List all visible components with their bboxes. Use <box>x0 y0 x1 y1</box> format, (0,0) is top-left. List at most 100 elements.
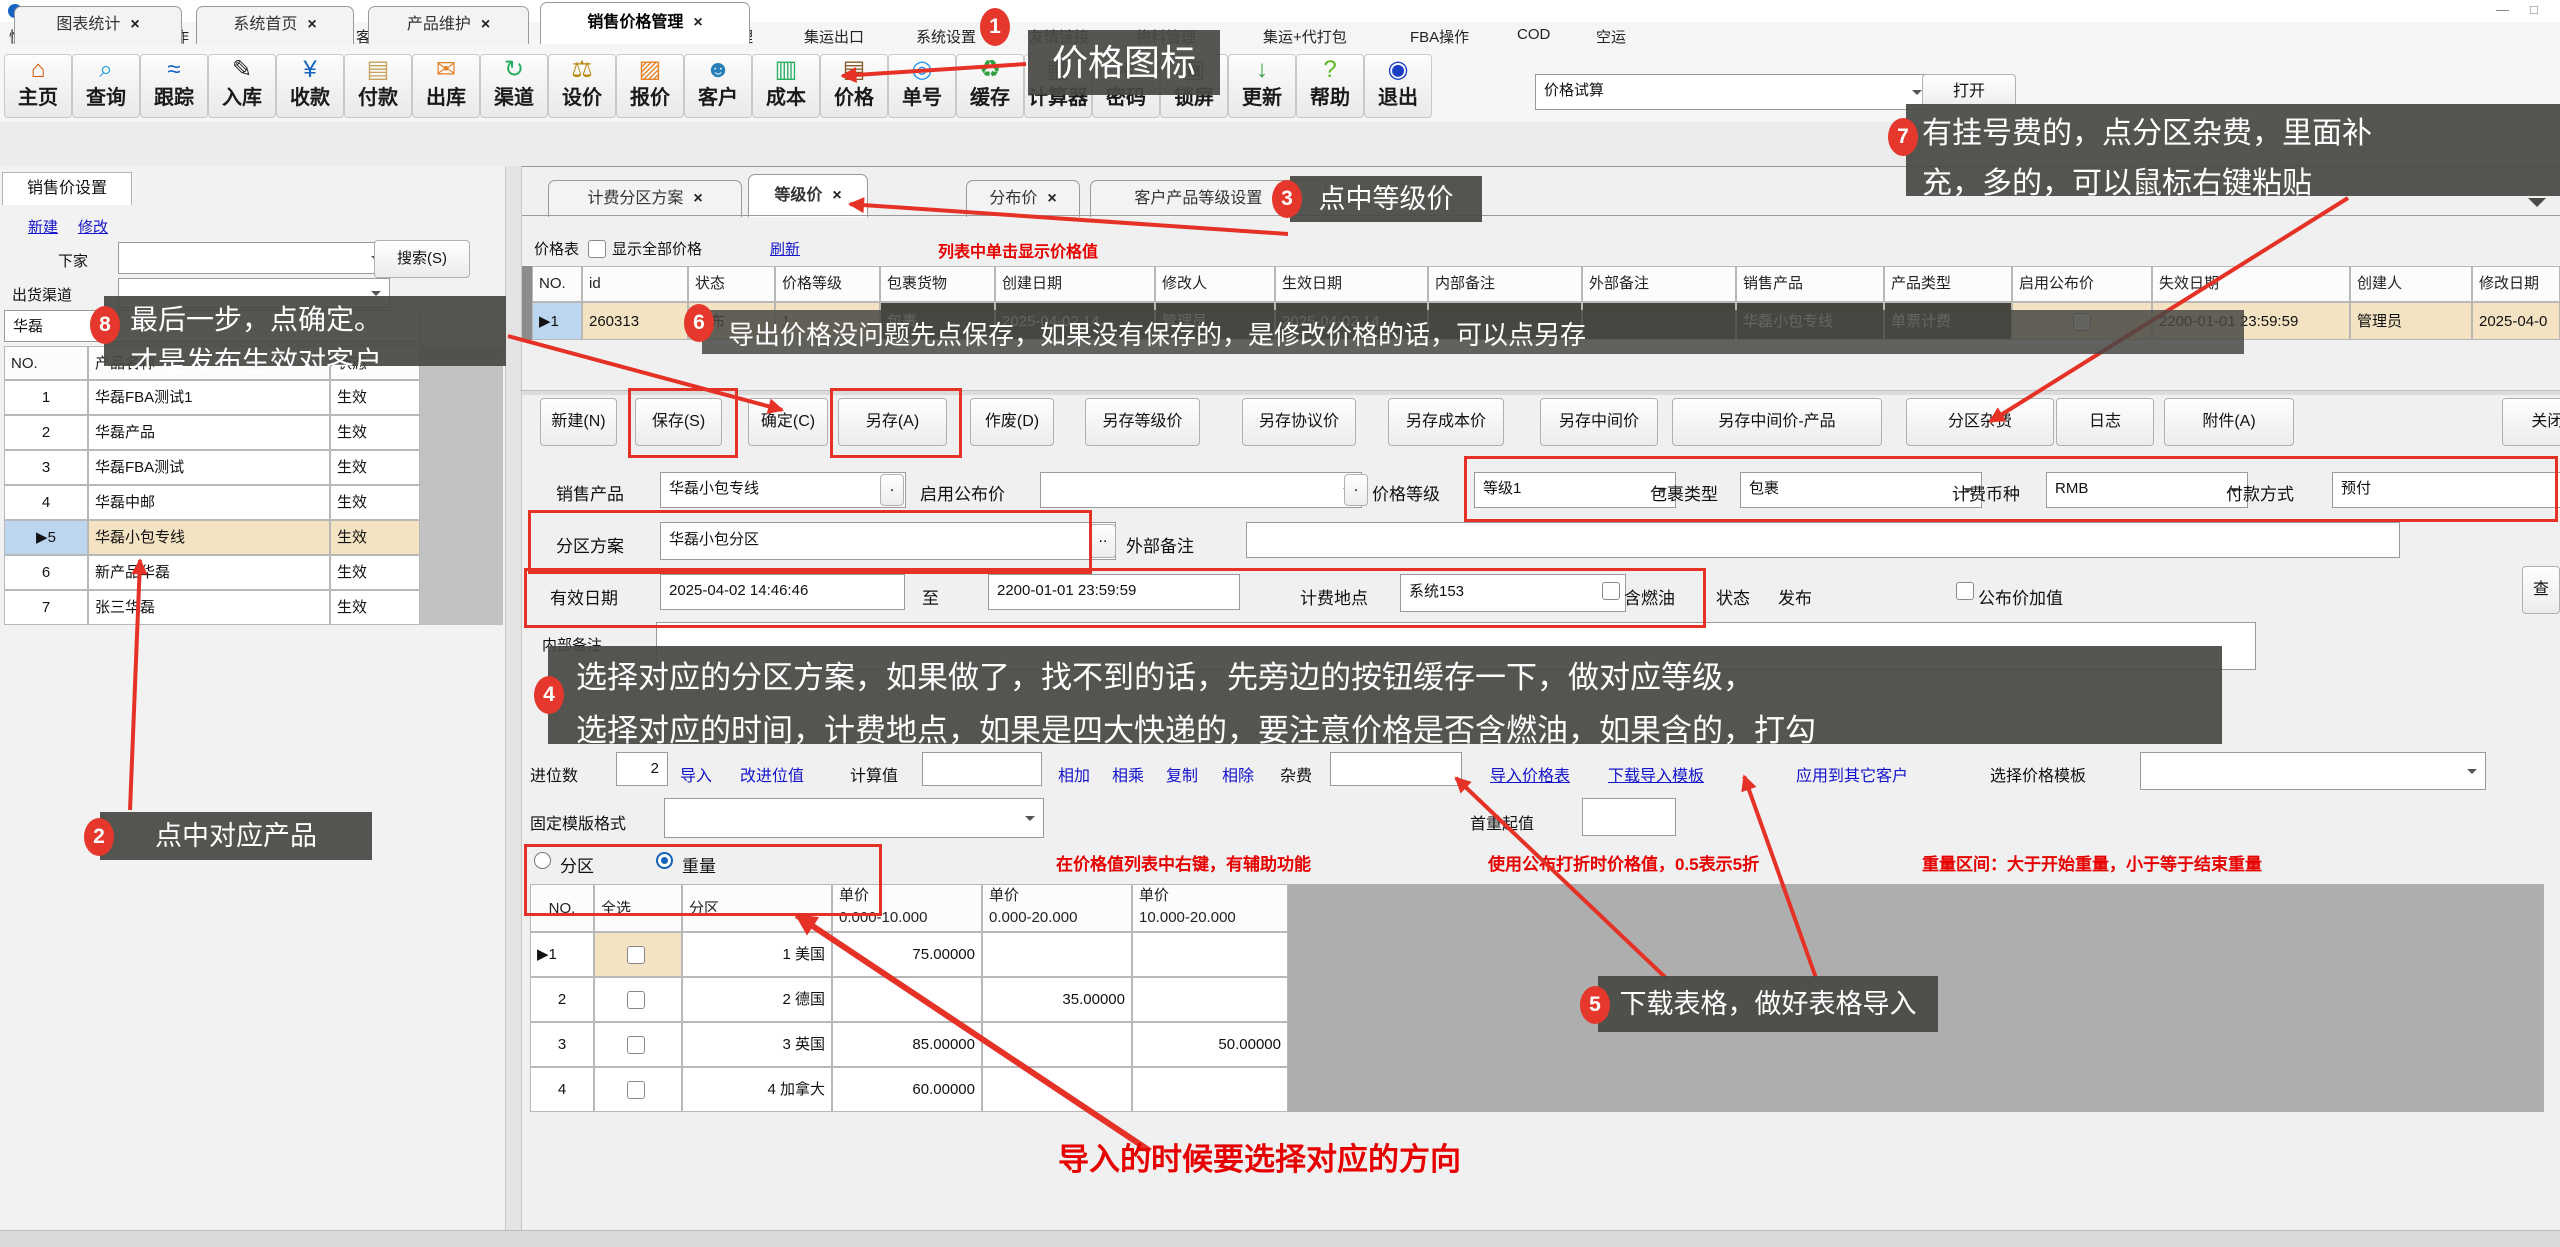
import-link[interactable]: 导入 <box>680 762 712 786</box>
external-note-input[interactable] <box>1246 522 2400 558</box>
col-header-no[interactable]: NO. <box>4 346 88 380</box>
toolbar-update-button[interactable]: ↓更新 <box>1228 54 1296 118</box>
grid-row-select[interactable] <box>594 977 682 1022</box>
toolbar-quote-button[interactable]: ▨报价 <box>616 54 684 118</box>
grid-col-price2[interactable]: 单价0.000-20.000 <box>982 884 1132 932</box>
save-as-middle-button[interactable]: 另存中间价 <box>1540 398 1658 446</box>
product-row-no[interactable]: 3 <box>4 450 88 485</box>
show-all-price-checkbox[interactable] <box>588 240 606 258</box>
price-col-id[interactable]: id <box>582 266 688 302</box>
carry-input[interactable]: 2 <box>616 752 668 786</box>
download-template-link[interactable]: 下载导入模板 <box>1608 762 1704 786</box>
price-col-expire[interactable]: 失效日期 <box>2152 266 2350 302</box>
product-row-name[interactable]: 华磊产品 <box>88 415 330 450</box>
attachment-button[interactable]: 附件(A) <box>2164 398 2294 446</box>
toolbar-number-button[interactable]: ◎单号 <box>888 54 956 118</box>
product-row-status-selected[interactable]: 生效 <box>330 520 420 555</box>
toolbar-cost-button[interactable]: ▥成本 <box>752 54 820 118</box>
price-col-external[interactable]: 外部备注 <box>1582 266 1736 302</box>
sale-product-select[interactable]: 华磊小包专线 <box>660 472 906 508</box>
grid-row-price1[interactable]: 85.00000 <box>832 1022 982 1067</box>
grid-row-price2[interactable]: 35.00000 <box>982 977 1132 1022</box>
price-col-modified[interactable]: 修改日期 <box>2472 266 2560 302</box>
horizontal-scrollbar[interactable] <box>0 1230 2560 1247</box>
select-template-select[interactable] <box>2140 752 2486 790</box>
close-icon[interactable]: × <box>307 16 316 33</box>
add-link[interactable]: 相加 <box>1058 762 1090 786</box>
menu-consolidation[interactable]: 集运+代打包 <box>1263 26 1347 47</box>
product-row-status[interactable]: 生效 <box>330 415 420 450</box>
misc-fee-input[interactable] <box>1330 752 1462 786</box>
grid-row-price1[interactable] <box>832 977 982 1022</box>
product-row-status[interactable]: 生效 <box>330 555 420 590</box>
refresh-link[interactable]: 刷新 <box>770 238 800 259</box>
product-row-name[interactable]: 华磊FBA测试1 <box>88 380 330 415</box>
toolbar-customer-button[interactable]: ☻客户 <box>684 54 752 118</box>
row-checkbox[interactable] <box>627 1036 645 1054</box>
price-row-no[interactable]: ▶1 <box>532 302 582 340</box>
price-col-parcel[interactable]: 包裹货物 <box>880 266 995 302</box>
product-row-no[interactable]: 2 <box>4 415 88 450</box>
close-icon[interactable]: × <box>693 14 702 31</box>
price-col-grade[interactable]: 价格等级 <box>775 266 880 302</box>
toolbar-pay-button[interactable]: ▤付款 <box>344 54 412 118</box>
price-col-type[interactable]: 产品类型 <box>1884 266 2012 302</box>
product-row-name-selected[interactable]: 华磊小包专线 <box>88 520 330 555</box>
new-button[interactable]: 新建(N) <box>540 398 617 446</box>
grid-row-zone[interactable]: 3 英国 <box>682 1022 832 1067</box>
row-checkbox[interactable] <box>627 946 645 964</box>
tab-zone-scheme[interactable]: 计费分区方案× <box>548 180 742 217</box>
grid-row-price3[interactable] <box>1132 977 1288 1022</box>
tab-chart-stats[interactable]: 图表统计× <box>14 6 182 44</box>
product-row-status[interactable]: 生效 <box>330 380 420 415</box>
product-row-no[interactable]: 1 <box>4 380 88 415</box>
price-row-creator[interactable]: 管理员 <box>2350 302 2472 340</box>
close-icon[interactable]: × <box>832 187 841 204</box>
toolbar-query-button[interactable]: ⌕查询 <box>72 54 140 118</box>
product-row-no[interactable]: 7 <box>4 590 88 625</box>
close-icon[interactable]: × <box>1047 190 1056 207</box>
product-row-status[interactable]: 生效 <box>330 485 420 520</box>
publish-price-more-button[interactable]: . <box>1344 474 1368 506</box>
publish-addvalue-checkbox[interactable] <box>1956 582 1974 600</box>
menu-air[interactable]: 空运 <box>1596 26 1626 47</box>
grid-row-no[interactable]: 2 <box>530 977 594 1022</box>
grid-col-price3[interactable]: 单价10.000-20.000 <box>1132 884 1288 932</box>
sale-product-more-button[interactable]: . <box>880 474 904 506</box>
close-icon[interactable]: × <box>693 190 702 207</box>
toolbar-outbound-button[interactable]: ✉出库 <box>412 54 480 118</box>
import-price-table-link[interactable]: 导入价格表 <box>1490 762 1570 786</box>
price-col-no[interactable]: NO. <box>532 266 582 302</box>
next-home-select[interactable] <box>118 242 390 274</box>
price-col-modifier[interactable]: 修改人 <box>1155 266 1275 302</box>
row-checkbox[interactable] <box>627 991 645 1009</box>
grid-row-price2[interactable] <box>982 1022 1132 1067</box>
grid-row-price2[interactable] <box>982 932 1132 977</box>
zone-scheme-more-button[interactable]: .. <box>1090 524 1116 558</box>
price-col-status[interactable]: 状态 <box>688 266 775 302</box>
save-as-agreement-button[interactable]: 另存协议价 <box>1242 398 1356 446</box>
toolbar-price-button[interactable]: ▤价格 <box>820 54 888 118</box>
grid-row-select[interactable] <box>594 1067 682 1112</box>
grid-row-select[interactable] <box>594 932 682 977</box>
close-button[interactable]: 关闭(X) <box>2502 398 2560 446</box>
menu-export[interactable]: 集运出口 <box>804 26 864 47</box>
grid-row-price3[interactable]: 50.00000 <box>1132 1022 1288 1067</box>
price-row-id[interactable]: 260313 <box>582 302 688 340</box>
grid-row-price1[interactable]: 60.00000 <box>832 1067 982 1112</box>
left-panel-tab[interactable]: 销售价设置 <box>2 172 132 205</box>
toolbar-exit-button[interactable]: ◉退出 <box>1364 54 1432 118</box>
toolbar-channel-button[interactable]: ↻渠道 <box>480 54 548 118</box>
tab-system-home[interactable]: 系统首页× <box>196 6 354 44</box>
tab-sale-price-manage[interactable]: 销售价格管理× <box>540 2 750 44</box>
menu-system[interactable]: 系统设置 <box>916 26 976 47</box>
toolbar-inbound-button[interactable]: ✎入库 <box>208 54 276 118</box>
product-row-status[interactable]: 生效 <box>330 450 420 485</box>
price-col-internal[interactable]: 内部备注 <box>1428 266 1582 302</box>
grid-row-price3[interactable] <box>1132 932 1288 977</box>
price-col-publish[interactable]: 启用公布价 <box>2012 266 2152 302</box>
new-link[interactable]: 新建 <box>28 216 58 237</box>
grid-row-no[interactable]: ▶1 <box>530 932 594 977</box>
product-row-no-selected[interactable]: ▶5 <box>4 520 88 555</box>
toolbar-help-button[interactable]: ?帮助 <box>1296 54 1364 118</box>
